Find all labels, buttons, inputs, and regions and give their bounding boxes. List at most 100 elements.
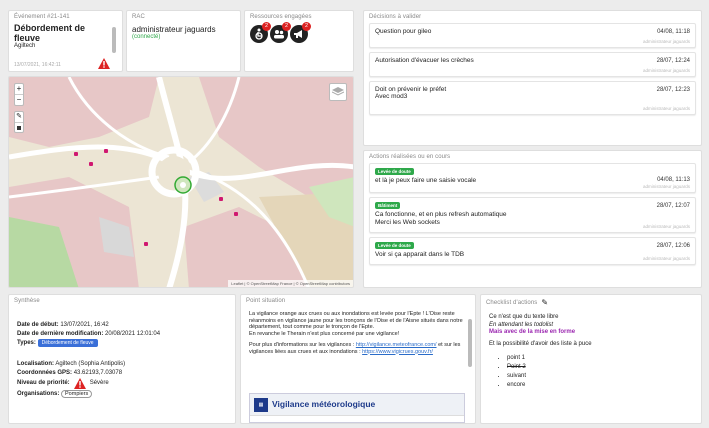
point-situation-card: Point situation La vigilance orange aux … — [240, 294, 476, 424]
organisation-badge[interactable]: Pompiers — [61, 390, 93, 398]
map-tiles — [9, 77, 353, 287]
zoom-out-button[interactable]: − — [15, 95, 23, 105]
situation-paragraph: Pour plus d'informations sur les vigilan… — [249, 342, 355, 348]
event-scrollbar[interactable] — [112, 27, 116, 53]
meteo-link[interactable]: http://vigilance.meteofrance.com/ — [356, 342, 437, 348]
action-category-badge: Bâtiment — [375, 202, 401, 209]
decision-text: Doit on prévenir le préfet Avec mod3 — [375, 86, 447, 100]
action-time: 28/07, 12:07 — [656, 203, 690, 209]
decision-time: 04/08, 11:18 — [657, 29, 690, 35]
event-id: Événement #21-141 — [14, 14, 70, 20]
resources-list: 2 2 2 — [245, 22, 353, 45]
rac-user: administrateur jaguards — [132, 25, 216, 34]
checklist-header: Checklist d'actions ✎ — [481, 295, 701, 310]
action-item[interactable]: Levée de doute Voir si ça apparait dans … — [369, 237, 696, 265]
checklist-bullet: suivant — [507, 372, 693, 381]
action-category-badge: Levée de doute — [375, 168, 414, 175]
rac-card: RAC administrateur jaguards (connecté) — [126, 10, 241, 72]
checklist-title: Checklist d'actions — [486, 299, 538, 306]
location-label: Localisation: — [17, 361, 55, 367]
resources-title: Ressources engagées — [250, 14, 312, 20]
banner-nav — [250, 415, 464, 422]
map-marker[interactable] — [104, 149, 108, 153]
action-time: 28/07, 12:06 — [656, 243, 690, 249]
action-item[interactable]: Bâtiment Ca fonctionne, et en plus refre… — [369, 197, 696, 233]
vigilance-banner-title: Vigilance météorologique — [272, 399, 376, 409]
vigilance-banner: ▦ Vigilance météorologique — [249, 393, 465, 423]
people-icon[interactable]: 2 — [270, 22, 291, 43]
event-org: Agiltech — [14, 43, 36, 49]
resources-card: Ressources engagées 2 2 2 — [244, 10, 354, 72]
vigicrues-link[interactable]: https://www.vigicrues.gouv.fr/ — [362, 349, 433, 355]
wheelchair-icon[interactable]: 2 — [250, 22, 271, 43]
decision-time: 28/07, 12:23 — [656, 87, 690, 93]
action-author: administrateur jaguards — [642, 224, 690, 229]
decisions-card: Décisions à valider Question pour gileo … — [363, 10, 702, 146]
decision-item[interactable]: Question pour gileo 04/08, 11:18 adminis… — [369, 23, 696, 48]
actions-card: Actions réalisées ou en cours Levée de d… — [363, 150, 702, 288]
action-author: administrateur jaguards — [642, 256, 690, 261]
modified-date-label: Date de dernière modification: — [17, 331, 104, 337]
edit-pencil-icon[interactable]: ✎ — [541, 298, 548, 307]
actions-title: Actions réalisées ou en cours — [369, 154, 451, 160]
decision-author: administrateur jaguards — [642, 39, 690, 44]
action-category-badge: Levée de doute — [375, 242, 414, 249]
zoom-in-button[interactable]: + — [15, 84, 23, 95]
map-marker[interactable] — [144, 242, 148, 246]
warning-icon — [73, 378, 86, 389]
synthese-card: Synthèse Date de début: 13/07/2021, 16:4… — [8, 294, 236, 424]
layers-icon[interactable] — [329, 83, 347, 101]
event-card: Événement #21-141 Débordement de fleuve … — [8, 10, 123, 72]
organisations-label: Organisations: — [17, 391, 60, 397]
checklist-body: Ce n'est que du texte libre En attendant… — [481, 310, 701, 394]
checklist-card: Checklist d'actions ✎ Ce n'est que du tex… — [480, 294, 702, 424]
checklist-line: Ce n'est que du texte libre — [489, 314, 559, 320]
point-situation-title: Point situation — [246, 298, 286, 304]
action-item[interactable]: Levée de doute et là je peux faire une s… — [369, 163, 696, 193]
pencil-icon[interactable]: ✎ — [15, 112, 23, 122]
checklist-line: En attendant les todolist — [489, 321, 554, 328]
checklist-bullet: Point 2 — [507, 363, 693, 372]
location-value: Agiltech (Sophia Antipolis) — [55, 361, 126, 367]
checklist-bullet: point 1 — [507, 354, 693, 363]
map-attribution[interactable]: Leaflet | © OpenStreetMap France | © Ope… — [228, 280, 353, 287]
map-zoom-control: + − — [14, 83, 24, 106]
decision-item[interactable]: Autorisation d'évacuer les crèches 28/07… — [369, 52, 696, 77]
situation-scrollbar[interactable] — [468, 319, 472, 367]
decision-text: Autorisation d'évacuer les crèches — [375, 57, 474, 64]
decision-text: Question pour gileo — [375, 28, 432, 35]
modified-date-value: 20/08/2021 12:01:04 — [105, 331, 161, 337]
map-draw-control: ✎ — [14, 111, 24, 133]
synthese-title: Synthèse — [14, 298, 40, 304]
start-date-value: 13/07/2021, 16:42 — [60, 322, 109, 328]
priority-value: Sévère — [89, 380, 109, 386]
decision-author: administrateur jaguards — [642, 68, 690, 73]
checklist-bullets: point 1 Point 2 suivant encore — [489, 354, 693, 390]
checklist-line: Et la possibilité d'avoir des liste à pu… — [489, 340, 592, 347]
map-marker[interactable] — [234, 212, 238, 216]
event-name: Débordement de fleuve — [14, 23, 86, 43]
decision-item[interactable]: Doit on prévenir le préfet Avec mod3 28/… — [369, 81, 696, 115]
start-date-label: Date de début: — [17, 322, 59, 328]
synthese-body: Date de début: 13/07/2021, 16:42 Date de… — [9, 307, 235, 399]
map-marker[interactable] — [74, 152, 78, 156]
decision-time: 28/07, 12:24 — [656, 58, 690, 64]
situation-paragraph: La vigilance orange aux crues ou aux ino… — [249, 311, 463, 330]
resource-count: 2 — [302, 22, 311, 31]
megaphone-icon[interactable]: 2 — [290, 22, 311, 43]
types-label: Types: — [17, 340, 36, 346]
gps-value: 43.62193,7.03078 — [73, 370, 123, 376]
rac-title: RAC — [132, 14, 145, 20]
map[interactable]: + − ✎ Leaflet | © OpenStreetMap France |… — [8, 76, 354, 288]
decision-author: administrateur jaguards — [642, 106, 690, 111]
stop-icon[interactable] — [15, 122, 23, 132]
map-marker[interactable] — [219, 197, 223, 201]
decisions-title: Décisions à valider — [369, 14, 422, 20]
map-marker[interactable] — [89, 162, 93, 166]
type-badge: Débordement de fleuve — [37, 339, 98, 347]
gps-label: Coordonnées GPS: — [17, 370, 73, 376]
rac-status: (connecté) — [132, 34, 161, 40]
event-date: 13/07/2021, 16:42:11 — [14, 62, 61, 68]
action-time: 04/08, 11:13 — [657, 177, 690, 183]
meteofrance-logo-icon: ▦ — [254, 398, 268, 412]
